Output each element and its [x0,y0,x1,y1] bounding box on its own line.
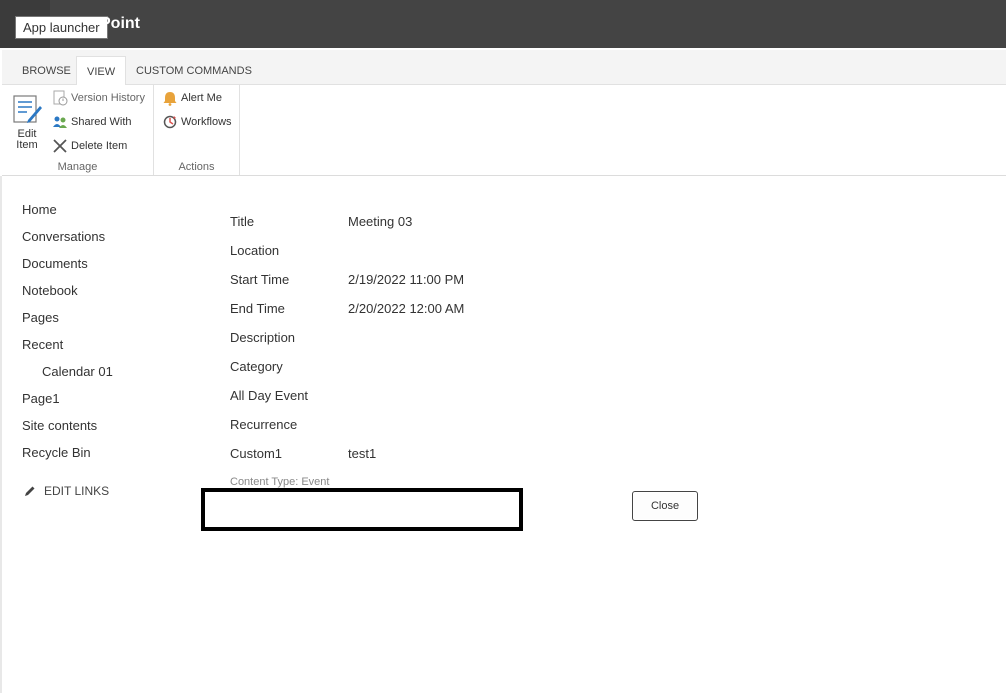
version-history-button[interactable]: Version History [52,88,145,108]
tab-custom-commands[interactable]: CUSTOM COMMANDS [126,56,262,86]
ribbon-group-actions: Alert Me Workflows Actions [154,85,240,175]
field-value-end-time: 2/20/2022 12:00 AM [348,301,465,316]
workflows-label: Workflows [181,116,232,128]
app-launcher-tooltip: App launcher [15,16,108,39]
ribbon-tab-row: BROWSE VIEW CUSTOM COMMANDS [2,50,1006,86]
field-label-end-time: End Time [230,301,285,316]
workflows-icon [163,115,177,129]
field-value-title: Meeting 03 [348,214,413,229]
delete-icon [53,139,67,153]
nav-item-site-contents[interactable]: Site contents [22,418,97,433]
tab-browse[interactable]: BROWSE [12,56,81,86]
alert-me-button[interactable]: Alert Me [162,88,222,108]
nav-item-calendar-01[interactable]: Calendar 01 [42,364,113,379]
nav-item-pages[interactable]: Pages [22,310,59,325]
ribbon: Edit Item Version History Shared With De… [2,85,1006,176]
nav-item-notebook[interactable]: Notebook [22,283,78,298]
tab-view[interactable]: VIEW [76,56,127,86]
field-label-custom1: Custom1 [230,446,283,461]
nav-item-page1[interactable]: Page1 [22,391,60,406]
left-border [0,176,2,693]
edit-item-button[interactable]: Edit Item [10,93,44,151]
nav-item-home[interactable]: Home [22,202,57,217]
delete-item-label: Delete Item [71,140,128,152]
redaction-box [201,488,523,531]
site-brand-title[interactable]: Point [100,15,140,33]
actions-group-label: Actions [178,161,215,173]
field-value-custom1: test1 [348,446,377,461]
pencil-icon [25,486,35,496]
version-history-icon [53,90,68,106]
edit-links-button[interactable]: EDIT LINKS [24,484,109,498]
workflows-button[interactable]: Workflows [162,112,232,132]
field-value-start-time: 2/19/2022 11:00 PM [348,272,465,287]
nav-item-recent[interactable]: Recent [22,337,63,352]
suite-bar: App launcher Point [0,0,1006,48]
field-label-all-day-event: All Day Event [230,388,309,403]
nav-item-conversations[interactable]: Conversations [22,229,105,244]
field-label-title: Title [230,214,255,229]
nav-item-documents[interactable]: Documents [22,256,88,271]
shared-with-icon [53,116,67,128]
content-type-label: Content Type: Event [230,476,330,488]
bell-icon [163,92,177,106]
field-label-category: Category [230,359,283,374]
edit-item-icon [13,95,42,123]
edit-item-label-2: Item [16,139,38,151]
shared-with-button[interactable]: Shared With [52,112,132,132]
field-label-recurrence: Recurrence [230,417,298,432]
shared-with-label: Shared With [71,116,132,128]
version-history-label: Version History [71,92,145,104]
alert-me-label: Alert Me [181,92,222,104]
field-label-start-time: Start Time [230,272,290,287]
field-label-description: Description [230,330,296,345]
ribbon-group-manage: Edit Item Version History Shared With De… [2,85,154,175]
close-button[interactable]: Close [632,491,698,521]
field-label-location: Location [230,243,280,258]
edit-links-label: EDIT LINKS [44,484,110,498]
manage-group-label: Manage [57,161,98,173]
nav-item-recycle-bin[interactable]: Recycle Bin [22,445,91,460]
delete-item-button[interactable]: Delete Item [52,136,127,156]
